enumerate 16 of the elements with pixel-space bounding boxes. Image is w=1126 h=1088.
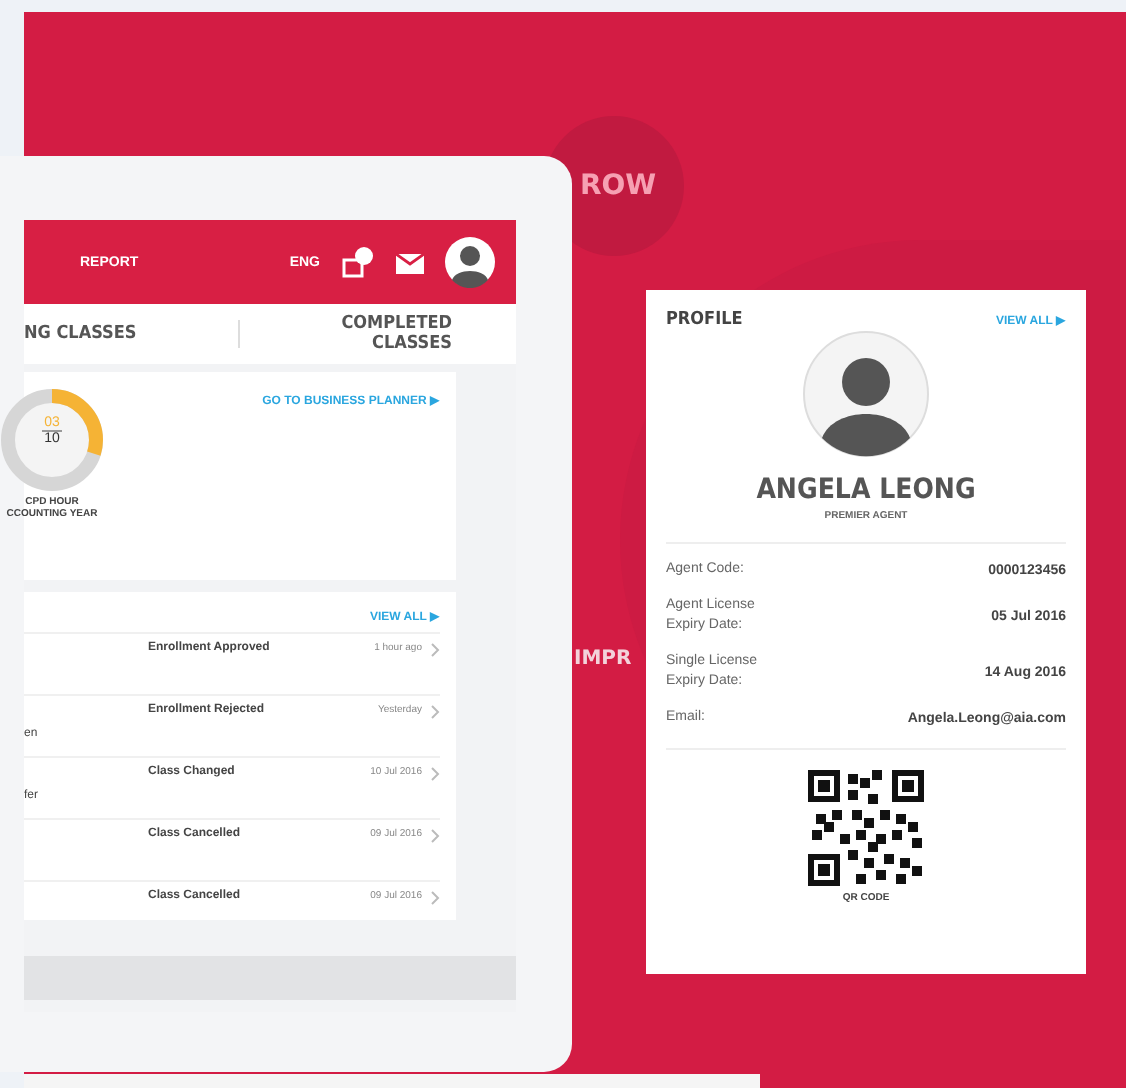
notification-icon [340, 246, 376, 278]
mail-icon [396, 251, 424, 273]
background-word: ROW [580, 170, 657, 202]
background-word: IMPR [574, 648, 632, 670]
agent-name: ANGELA LEONG [756, 474, 976, 506]
chevron-icon [430, 704, 440, 720]
chevron-icon [430, 642, 440, 658]
tab[interactable]: NG CLASSES [24, 324, 217, 344]
chevron-icon [430, 890, 440, 906]
profile-photo-placeholder [802, 330, 930, 458]
chevron-icon [430, 828, 440, 844]
avatar-icon [444, 236, 496, 288]
chevron-icon [430, 766, 440, 782]
tab[interactable]: COMPLETED CLASSES [259, 314, 516, 354]
qr-code [808, 770, 924, 886]
profile-title: PROFILE [666, 310, 743, 330]
